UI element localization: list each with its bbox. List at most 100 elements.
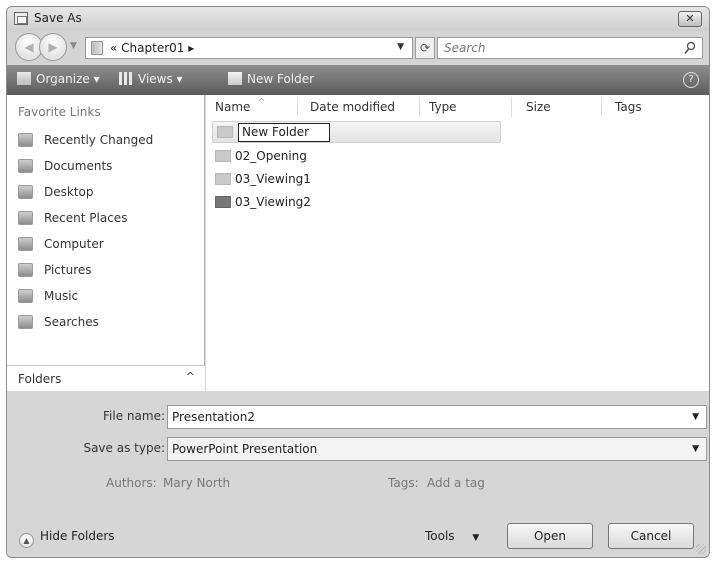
views-label: Views ▾	[138, 72, 183, 86]
hide-folders-button[interactable]: ▲ Hide Folders	[19, 529, 115, 548]
save-as-type-select[interactable]: PowerPoint Presentation ▼	[167, 437, 707, 461]
address-row: ◀ ▶ ▼ « Chapter01 ▸ ▼ ⟳ Search	[7, 31, 709, 63]
file-name: 03_Viewing2	[235, 195, 311, 209]
list-item[interactable]: 03_Viewing1	[215, 172, 311, 194]
recently-changed-icon	[18, 133, 33, 147]
save-as-icon	[14, 12, 28, 25]
navigation-pane: Favorite Links Recently Changed Document…	[7, 95, 205, 391]
list-item-new-folder[interactable]: New Folder	[212, 121, 501, 143]
chevron-up-icon: ▲	[19, 533, 34, 548]
folders-toggle[interactable]: Folders ^	[7, 365, 205, 391]
documents-icon	[18, 159, 33, 173]
organize-label: Organize ▾	[36, 72, 100, 86]
file-name-label: File name:	[103, 409, 165, 423]
folder-icon	[215, 150, 231, 162]
computer-icon	[18, 237, 33, 251]
file-name-label-wrap: File name:	[7, 409, 165, 429]
sort-ascending-icon: ^	[258, 97, 265, 106]
open-button[interactable]: Open	[507, 523, 593, 549]
file-name: 02_Opening	[235, 149, 307, 163]
column-date-modified[interactable]: Date modified	[310, 100, 395, 114]
refresh-button[interactable]: ⟳	[415, 37, 435, 59]
column-divider[interactable]	[297, 97, 298, 117]
command-bar: Organize ▾ Views ▾ New Folder ?	[7, 65, 709, 95]
sidebar-item-documents[interactable]: Documents	[18, 159, 112, 173]
sidebar-item-pictures[interactable]: Pictures	[18, 263, 92, 277]
new-folder-button[interactable]: New Folder	[228, 72, 314, 86]
help-icon[interactable]: ?	[683, 72, 699, 88]
column-size[interactable]: Size	[526, 100, 551, 114]
sidebar-item-label: Recent Places	[44, 211, 128, 225]
column-divider[interactable]	[419, 97, 420, 117]
window-title: Save As	[34, 11, 82, 25]
tools-label: Tools	[425, 529, 455, 543]
save-as-type-value: PowerPoint Presentation	[172, 442, 318, 456]
address-path[interactable]: « Chapter01 ▸	[110, 41, 194, 55]
list-item[interactable]: 03_Viewing2	[215, 195, 311, 217]
organize-menu[interactable]: Organize ▾	[17, 72, 100, 86]
views-menu[interactable]: Views ▾	[119, 72, 183, 86]
save-options-panel: File name: Presentation2 ▼ Save as type:…	[7, 391, 709, 557]
authors-label: Authors:	[106, 476, 157, 490]
sidebar-item-label: Documents	[44, 159, 113, 173]
address-prefix: «	[110, 41, 118, 55]
sidebar-item-desktop[interactable]: Desktop	[18, 185, 94, 199]
search-input[interactable]: Search	[444, 41, 486, 55]
new-folder-icon	[228, 72, 242, 85]
pictures-icon	[18, 263, 33, 277]
search-icon[interactable]	[684, 41, 696, 55]
file-list: ^ Name Date modified Type Size Tags New F…	[206, 95, 709, 391]
sidebar-item-recently-changed[interactable]: Recently Changed	[18, 133, 153, 147]
chevron-down-icon: ▼	[472, 533, 480, 543]
desktop-icon	[18, 185, 33, 199]
sidebar-item-label: Computer	[44, 237, 104, 251]
column-divider[interactable]	[511, 97, 512, 117]
chevron-up-icon[interactable]: ^	[186, 370, 195, 383]
folders-label: Folders	[18, 372, 62, 386]
cancel-button[interactable]: Cancel	[608, 523, 694, 549]
address-bar[interactable]: « Chapter01 ▸ ▼	[85, 37, 413, 59]
address-separator[interactable]: ▸	[188, 41, 194, 55]
folder-icon	[215, 173, 231, 185]
tags-value[interactable]: Add a tag	[427, 476, 485, 490]
sidebar-item-music[interactable]: Music	[18, 289, 78, 303]
column-headers: ^ Name Date modified Type Size Tags	[206, 95, 709, 119]
resize-grip[interactable]	[696, 544, 706, 554]
sidebar-item-computer[interactable]: Computer	[18, 237, 104, 251]
save-type-label-wrap: Save as type:	[7, 441, 165, 461]
authors-value[interactable]: Mary North	[163, 476, 230, 490]
rename-input[interactable]: New Folder	[238, 123, 330, 142]
column-divider[interactable]	[601, 97, 602, 117]
searches-icon	[18, 315, 33, 329]
address-dropdown-icon[interactable]: ▼	[397, 42, 404, 52]
chevron-down-icon[interactable]: ▼	[692, 438, 699, 460]
hide-folders-label: Hide Folders	[40, 529, 115, 543]
save-as-type-label: Save as type:	[83, 441, 165, 455]
sidebar-item-label: Recently Changed	[44, 133, 154, 147]
save-as-dialog: Save As ✕ ◀ ▶ ▼ « Chapter01 ▸ ▼ ⟳ Search…	[6, 6, 710, 558]
close-button[interactable]: ✕	[678, 11, 702, 27]
address-folder[interactable]: Chapter01	[121, 41, 184, 55]
chevron-down-icon[interactable]: ▼	[692, 406, 699, 428]
file-name: 03_Viewing1	[235, 172, 311, 186]
history-dropdown-icon[interactable]: ▼	[70, 41, 77, 51]
views-icon	[119, 72, 133, 85]
tools-menu[interactable]: Tools ▼	[425, 529, 479, 543]
file-name-field[interactable]: Presentation2 ▼	[167, 405, 707, 429]
search-box[interactable]: Search	[437, 37, 703, 59]
folder-icon	[91, 41, 103, 55]
tags-label: Tags:	[388, 476, 419, 490]
sidebar-item-recent-places[interactable]: Recent Places	[18, 211, 127, 225]
sidebar-item-searches[interactable]: Searches	[18, 315, 99, 329]
favorite-links-heading: Favorite Links	[18, 105, 101, 119]
folder-icon	[217, 126, 233, 138]
column-name[interactable]: ^ Name	[215, 97, 265, 114]
column-type[interactable]: Type	[429, 100, 457, 114]
column-tags[interactable]: Tags	[615, 100, 642, 114]
forward-button[interactable]: ▶	[39, 33, 67, 61]
list-item[interactable]: 02_Opening	[215, 149, 307, 171]
file-name-value[interactable]: Presentation2	[172, 410, 255, 424]
sidebar-item-label: Pictures	[44, 263, 92, 277]
sidebar-item-label: Music	[44, 289, 79, 303]
title-bar[interactable]: Save As ✕	[7, 7, 709, 31]
